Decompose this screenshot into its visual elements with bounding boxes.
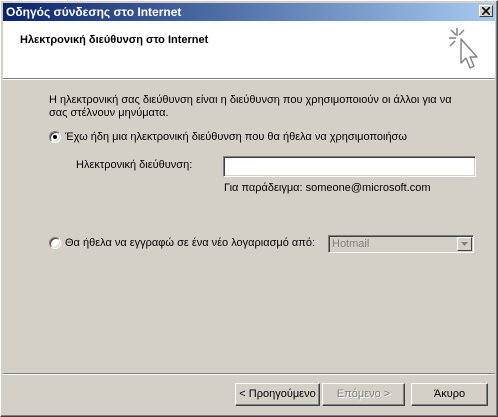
- wizard-window: Οδηγός σύνδεσης στο Internet Ηλεκτρονική…: [0, 0, 498, 417]
- back-button[interactable]: < Προηγούμενο: [235, 383, 320, 406]
- radio-selected-dot: [53, 135, 57, 139]
- radio-existing-address[interactable]: [49, 131, 61, 143]
- option-new-label[interactable]: Θα ήθελα να εγγραφώ σε ένα νέο λογαριασμ…: [65, 237, 315, 249]
- radio-new-account[interactable]: [49, 237, 61, 249]
- cancel-button[interactable]: Άκυρο: [411, 383, 488, 406]
- chevron-down-icon: [461, 242, 468, 246]
- email-field-label: Ηλεκτρονική διεύθυνση:: [76, 159, 193, 171]
- example-text: Για παράδειγμα: someone@microsoft.com: [224, 182, 431, 194]
- provider-select-value: Hotmail: [332, 238, 370, 250]
- page-title: Ηλεκτρονική διεύθυνση στο Internet: [20, 34, 209, 46]
- wizard-header: Ηλεκτρονική διεύθυνση στο Internet: [3, 21, 495, 78]
- dropdown-button[interactable]: [457, 237, 472, 251]
- description-text: Η ηλεκτρονική σας διεύθυνση είναι η διεύ…: [49, 94, 452, 119]
- title-bar[interactable]: Οδηγός σύνδεσης στο Internet: [3, 3, 495, 21]
- close-icon: [482, 7, 490, 15]
- email-input[interactable]: [223, 156, 476, 177]
- provider-select[interactable]: Hotmail: [328, 235, 474, 253]
- footer-separator: [3, 373, 495, 375]
- wizard-sparkle-cursor-icon: [449, 28, 478, 69]
- header-separator: [3, 78, 495, 80]
- close-button[interactable]: [479, 5, 493, 17]
- option-existing-label[interactable]: Έχω ήδη μια ηλεκτρονική διεύθυνση που θα…: [65, 131, 407, 143]
- window-title: Οδηγός σύνδεσης στο Internet: [6, 5, 182, 19]
- next-button[interactable]: Επόμενο >: [322, 383, 405, 406]
